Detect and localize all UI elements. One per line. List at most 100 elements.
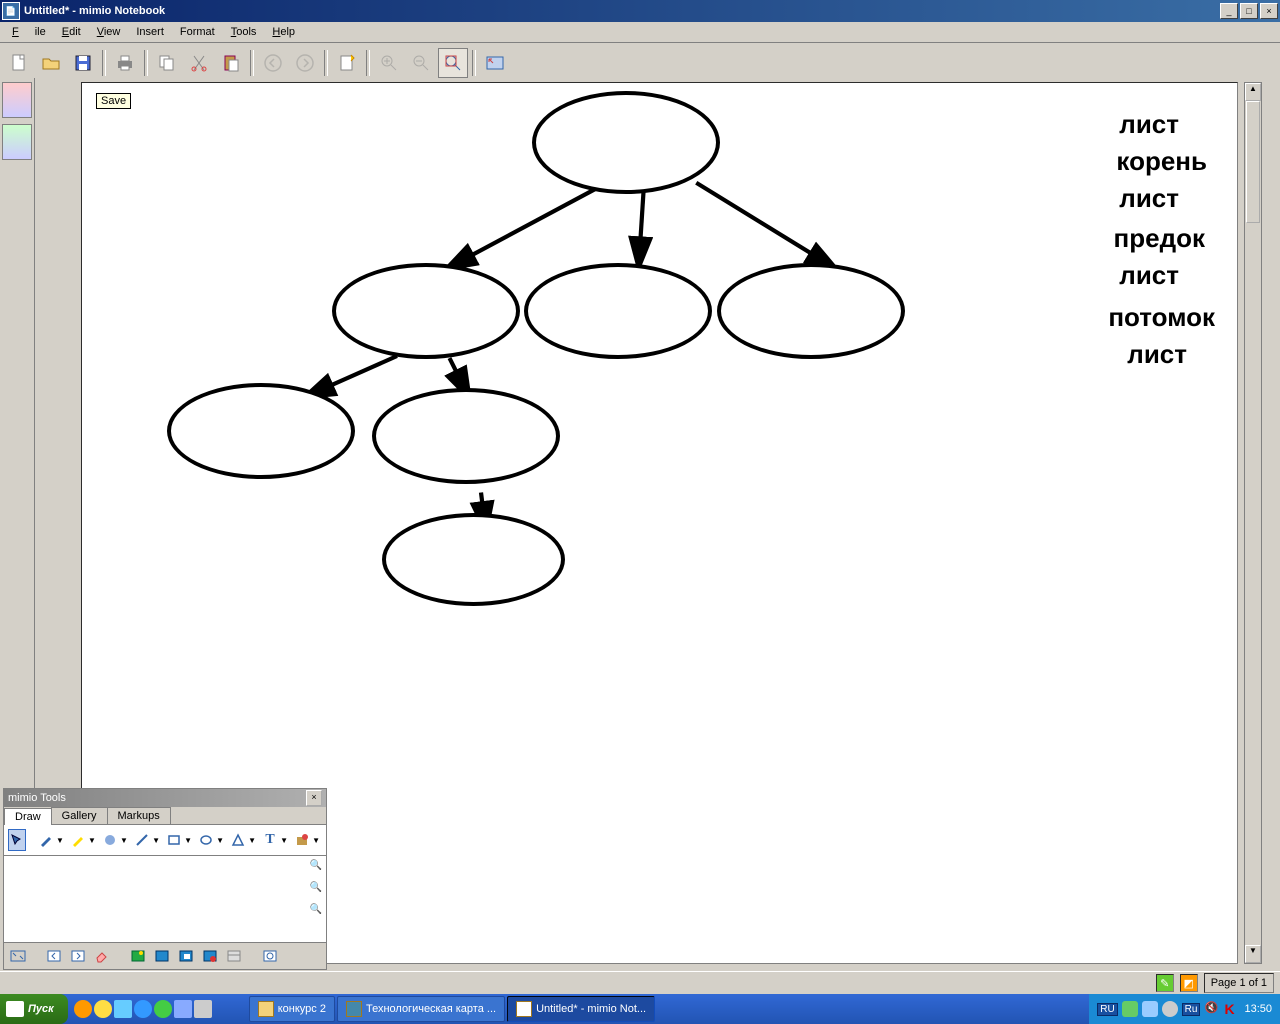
copy-button[interactable] bbox=[152, 48, 182, 78]
menu-edit[interactable]: Edit bbox=[54, 24, 89, 40]
mimio-tools-palette[interactable]: mimio Tools × Draw Gallery Markups ▼ ▼ ▼… bbox=[3, 788, 327, 970]
task-item-3[interactable]: Untitled* - mimio Not... bbox=[507, 996, 655, 1022]
back-button[interactable] bbox=[258, 48, 288, 78]
menu-format[interactable]: Format bbox=[172, 24, 223, 40]
palette-close-button[interactable]: × bbox=[306, 790, 322, 806]
tray-av-icon[interactable]: K bbox=[1224, 1001, 1240, 1017]
label-3[interactable]: лист bbox=[1119, 183, 1179, 214]
node-l2-3[interactable] bbox=[717, 263, 905, 359]
palette-fwd-icon[interactable] bbox=[68, 946, 88, 966]
rect-tool[interactable] bbox=[165, 829, 183, 851]
palette-bottom-icon-1[interactable] bbox=[128, 946, 148, 966]
minimize-button[interactable]: _ bbox=[1220, 3, 1238, 19]
label-4[interactable]: предок bbox=[1114, 223, 1205, 254]
node-l4-1[interactable] bbox=[382, 513, 565, 606]
palette-tab-gallery[interactable]: Gallery bbox=[51, 807, 108, 824]
scroll-down-icon[interactable]: ▼ bbox=[1245, 945, 1261, 963]
task-item-1[interactable]: конкурс 2 bbox=[249, 996, 335, 1022]
menu-insert[interactable]: Insert bbox=[128, 24, 172, 40]
clock[interactable]: 13:50 bbox=[1244, 1003, 1272, 1015]
status-icon-2[interactable]: ◩ bbox=[1180, 974, 1198, 992]
im-dropdown-icon[interactable]: ▼ bbox=[312, 836, 320, 845]
tr-dropdown-icon[interactable]: ▼ bbox=[248, 836, 256, 845]
cut-button[interactable] bbox=[184, 48, 214, 78]
palette-bottom-icon-2[interactable] bbox=[152, 946, 172, 966]
print-button[interactable] bbox=[110, 48, 140, 78]
label-1[interactable]: лист bbox=[1119, 109, 1179, 140]
scroll-thumb[interactable] bbox=[1246, 101, 1260, 223]
palette-tab-markups[interactable]: Markups bbox=[107, 807, 171, 824]
node-l2-1[interactable] bbox=[332, 263, 520, 359]
select-tool[interactable] bbox=[8, 829, 26, 851]
palette-zoom-out-icon[interactable]: 🔍 bbox=[308, 882, 324, 898]
start-button[interactable]: Пуск bbox=[0, 994, 68, 1024]
ql-icon-6[interactable] bbox=[174, 1000, 192, 1018]
highlighter-tool[interactable] bbox=[69, 829, 87, 851]
side-panel-thumb-1[interactable] bbox=[2, 82, 32, 118]
tray-icon-1[interactable] bbox=[1122, 1001, 1138, 1017]
label-7[interactable]: лист bbox=[1127, 339, 1187, 370]
palette-back-icon[interactable] bbox=[44, 946, 64, 966]
open-button[interactable] bbox=[36, 48, 66, 78]
tray-volume-icon[interactable]: 🔇 bbox=[1204, 1001, 1220, 1017]
palette-titlebar[interactable]: mimio Tools × bbox=[4, 789, 326, 807]
tray-icon-2[interactable] bbox=[1142, 1001, 1158, 1017]
palette-bottom-icon-5[interactable] bbox=[224, 946, 244, 966]
menu-tools[interactable]: Tools bbox=[223, 24, 265, 40]
status-icon-1[interactable]: ✎ bbox=[1156, 974, 1174, 992]
lang-indicator-1[interactable]: RU bbox=[1097, 1003, 1117, 1016]
ql-icon-2[interactable] bbox=[94, 1000, 112, 1018]
save-button[interactable] bbox=[68, 48, 98, 78]
palette-zoom-fit-icon[interactable]: 🔍 bbox=[308, 904, 324, 920]
ql-icon-7[interactable] bbox=[194, 1000, 212, 1018]
close-button[interactable]: × bbox=[1260, 3, 1278, 19]
ellipse-tool[interactable] bbox=[197, 829, 215, 851]
palette-bottom-icon-4[interactable] bbox=[200, 946, 220, 966]
pen-dropdown-icon[interactable]: ▼ bbox=[56, 836, 64, 845]
menu-file[interactable]: File bbox=[4, 24, 54, 40]
zoom-fit-button[interactable] bbox=[438, 48, 468, 78]
ql-icon-4[interactable] bbox=[134, 1000, 152, 1018]
text-tool[interactable]: T bbox=[261, 829, 279, 851]
label-2[interactable]: корень bbox=[1116, 146, 1207, 177]
triangle-tool[interactable] bbox=[229, 829, 247, 851]
label-6[interactable]: потомок bbox=[1108, 302, 1215, 333]
label-5[interactable]: лист bbox=[1119, 260, 1179, 291]
line-tool[interactable] bbox=[133, 829, 151, 851]
node-root[interactable] bbox=[532, 91, 720, 194]
ql-icon-5[interactable] bbox=[154, 1000, 172, 1018]
node-l3-1[interactable] bbox=[167, 383, 355, 479]
menu-view[interactable]: View bbox=[89, 24, 129, 40]
import-tool[interactable] bbox=[293, 829, 311, 851]
paste-button[interactable] bbox=[216, 48, 246, 78]
zoom-out-button[interactable] bbox=[406, 48, 436, 78]
pen-tool[interactable] bbox=[37, 829, 55, 851]
hl-dropdown-icon[interactable]: ▼ bbox=[88, 836, 96, 845]
node-l3-2[interactable] bbox=[372, 388, 560, 484]
maximize-button[interactable]: □ bbox=[1240, 3, 1258, 19]
ql-icon-3[interactable] bbox=[114, 1000, 132, 1018]
er-dropdown-icon[interactable]: ▼ bbox=[120, 836, 128, 845]
tray-icon-3[interactable] bbox=[1162, 1001, 1178, 1017]
palette-zoom-in-icon[interactable]: 🔍 bbox=[308, 860, 324, 876]
scroll-up-icon[interactable]: ▲ bbox=[1245, 83, 1261, 101]
node-l2-2[interactable] bbox=[524, 263, 712, 359]
palette-tab-draw[interactable]: Draw bbox=[4, 808, 52, 825]
palette-fullscreen-icon[interactable] bbox=[8, 946, 28, 966]
fullscreen-button[interactable] bbox=[480, 48, 510, 78]
palette-erase-icon[interactable] bbox=[92, 946, 112, 966]
palette-bottom-icon-3[interactable] bbox=[176, 946, 196, 966]
side-panel-thumb-2[interactable] bbox=[2, 124, 32, 160]
tx-dropdown-icon[interactable]: ▼ bbox=[280, 836, 288, 845]
new-button[interactable] bbox=[4, 48, 34, 78]
ql-icon-1[interactable] bbox=[74, 1000, 92, 1018]
menu-help[interactable]: Help bbox=[264, 24, 303, 40]
rc-dropdown-icon[interactable]: ▼ bbox=[184, 836, 192, 845]
eraser-tool[interactable] bbox=[101, 829, 119, 851]
task-item-2[interactable]: Технологическая карта ... bbox=[337, 996, 505, 1022]
palette-bottom-icon-6[interactable] bbox=[260, 946, 280, 966]
vertical-scrollbar[interactable]: ▲ ▼ bbox=[1244, 82, 1262, 964]
forward-button[interactable] bbox=[290, 48, 320, 78]
ln-dropdown-icon[interactable]: ▼ bbox=[152, 836, 160, 845]
zoom-in-button[interactable] bbox=[374, 48, 404, 78]
